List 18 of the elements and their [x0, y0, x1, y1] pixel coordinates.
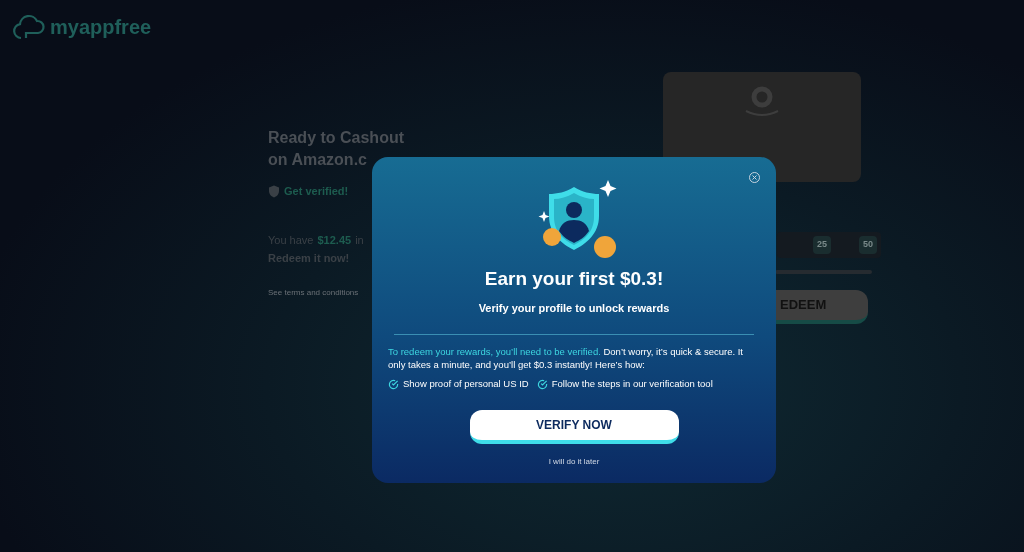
- get-verified-link[interactable]: Get verified!: [284, 183, 349, 200]
- dialog-description: To redeem your rewards, you’ll need to be verified. Don’t worry, it’s quick & secure. It only takes a minute, and you’ll get $0.3 instantly! Here’s how:: [388, 345, 744, 371]
- check-circle-icon: [388, 378, 399, 390]
- check-circle-icon: [536, 378, 548, 390]
- shield-icon: [268, 184, 280, 198]
- dialog-title: Earn your first $0.3!: [484, 267, 664, 291]
- cloud-logo-icon: [12, 12, 46, 42]
- amount-chip[interactable]: 50: [859, 236, 877, 254]
- logo-text: myappfree: [50, 15, 152, 40]
- cashout-title: Ready to Cashout: [268, 128, 405, 148]
- step-text: Follow the steps in our verification tool: [551, 377, 713, 391]
- dialog-subtitle: Verify your profile to unlock rewards: [478, 300, 670, 316]
- cashout-title: on Amazon.c: [268, 150, 368, 170]
- balance-amount: $12.45: [317, 232, 352, 248]
- verify-now-button[interactable]: VERIFY NOW: [469, 410, 679, 445]
- do-it-later-link[interactable]: I will do it later: [548, 456, 600, 469]
- step-text: Show proof of personal US ID: [403, 377, 529, 391]
- amount-chip[interactable]: 25: [812, 236, 831, 254]
